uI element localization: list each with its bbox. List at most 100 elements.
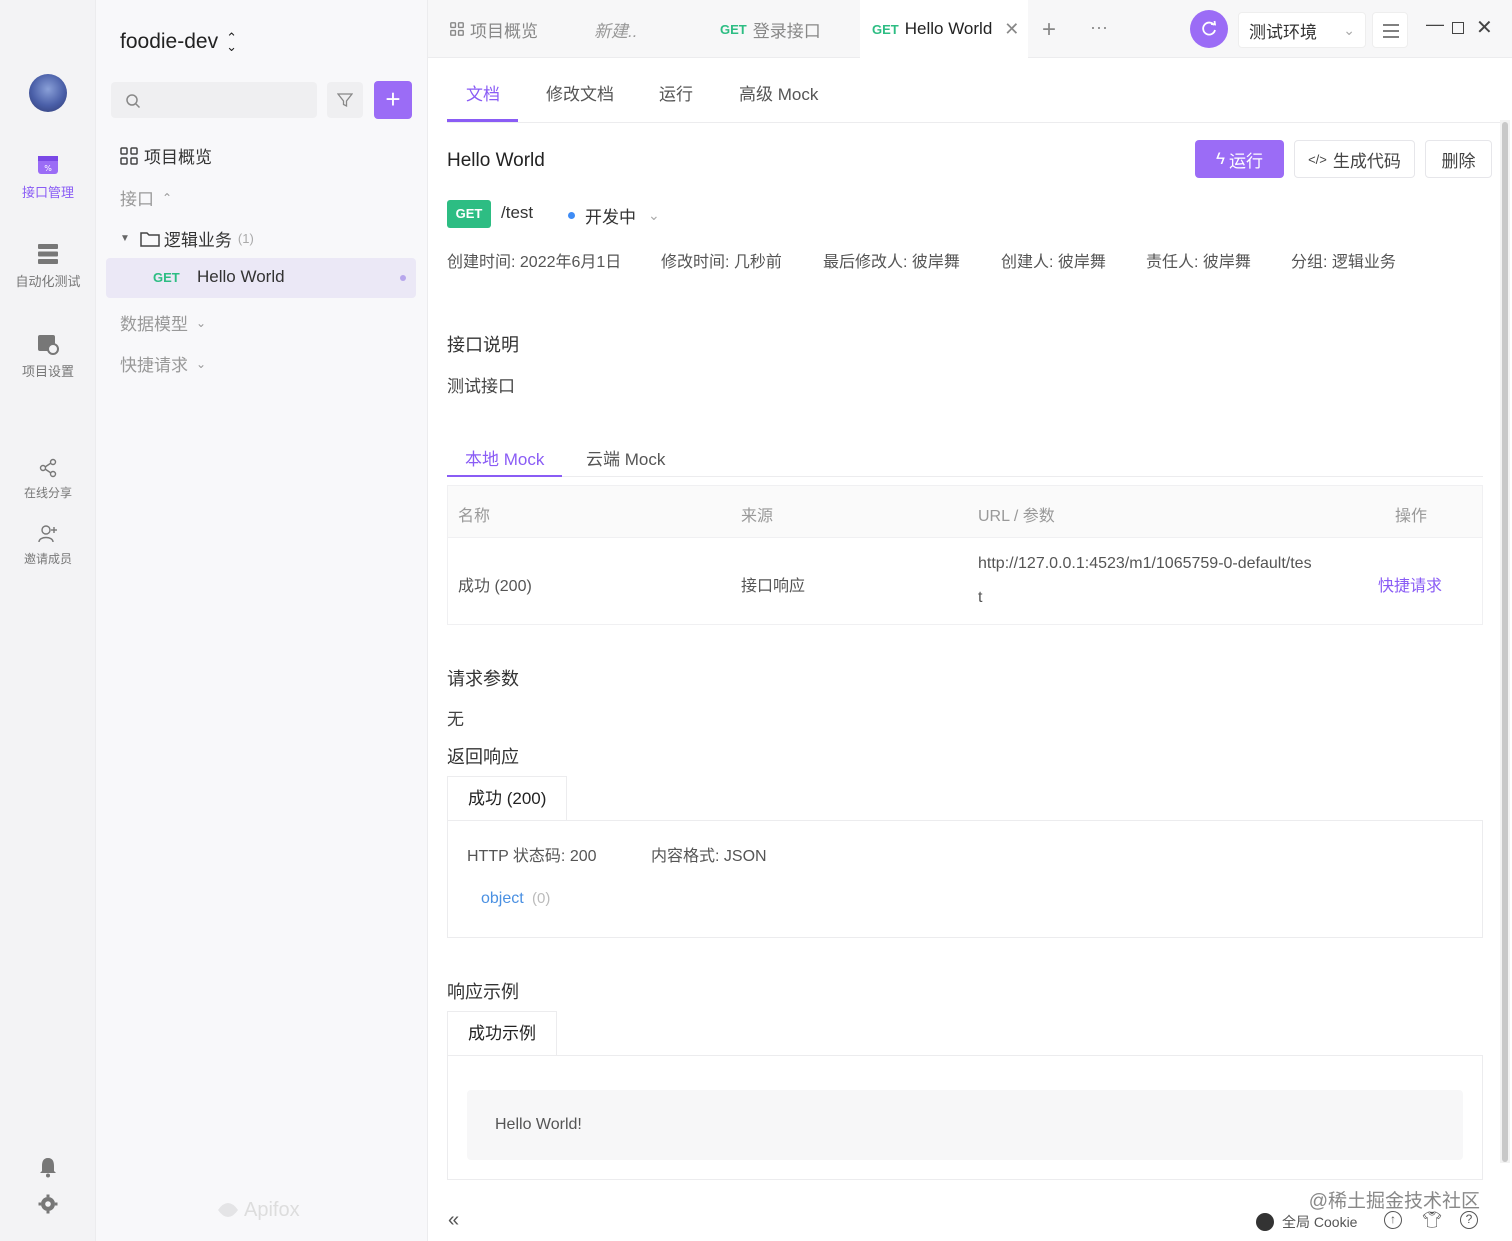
run-button[interactable]: ϟ 运行 — [1195, 140, 1284, 178]
tab-cloud-mock[interactable]: 云端 Mock — [586, 445, 665, 470]
avatar[interactable] — [29, 74, 67, 112]
chevron-down-icon: ⌄ — [196, 356, 207, 371]
collapse-sidebar-icon[interactable]: « — [448, 1209, 459, 1232]
code-icon: </> — [1308, 151, 1327, 167]
upload-icon[interactable]: ↑ — [1384, 1211, 1402, 1229]
subtab-advanced-mock[interactable]: 高级 Mock — [739, 80, 818, 105]
sidebar-group-api[interactable]: 接口 ⌃ — [120, 185, 172, 210]
active-tab-indicator — [447, 475, 562, 477]
icon-rail: % 接口管理 自动化测试 项目设置 在线分享 邀请成员 — [0, 0, 96, 1241]
new-tab-plus-icon[interactable]: + — [1042, 16, 1056, 44]
button-label: 删除 — [1441, 151, 1476, 171]
method-label: GET — [720, 21, 747, 37]
generate-code-button[interactable]: </> 生成代码 — [1294, 140, 1415, 178]
more-icon[interactable]: ··· — [1090, 17, 1108, 38]
env-select[interactable]: 测试环境 ⌄ — [1238, 12, 1366, 48]
sidebar-item-overview[interactable]: 项目概览 — [120, 143, 212, 168]
example-tab-success[interactable]: 成功示例 — [447, 1011, 557, 1057]
api-management-icon: % — [38, 156, 58, 174]
divider — [447, 122, 1500, 123]
rail-item-automation-test[interactable]: 自动化测试 — [0, 243, 96, 290]
chevron-up-icon: ⌃ — [162, 190, 173, 205]
request-params-title: 请求参数 — [447, 669, 519, 689]
apifox-logo: Apifox — [216, 1199, 300, 1222]
search-input[interactable] — [111, 82, 317, 118]
meta-last-modifier: 最后修改人: 彼岸舞 — [823, 254, 960, 271]
rail-item-api-management[interactable]: % 接口管理 — [0, 154, 96, 201]
response-tab-success[interactable]: 成功 (200) — [447, 776, 568, 822]
example-body: Hello World! — [467, 1090, 1463, 1160]
help-icon[interactable]: ? — [1460, 1211, 1478, 1229]
menu-button[interactable] — [1372, 12, 1408, 48]
settings-gear-icon[interactable] — [38, 1194, 58, 1217]
rail-label: 接口管理 — [21, 185, 74, 200]
tab-label: 登录接口 — [752, 21, 821, 41]
tab-label: 项目概览 — [470, 21, 538, 41]
sidebar-item-hello-world[interactable]: GET Hello World — [106, 258, 416, 298]
subtab-edit-doc[interactable]: 修改文档 — [546, 80, 614, 105]
rail-item-invite[interactable]: 邀请成员 — [0, 524, 96, 567]
filter-button[interactable] — [327, 82, 363, 118]
global-cookie-button[interactable]: 全局 Cookie — [1256, 1212, 1357, 1232]
lightning-icon: ϟ — [1216, 149, 1225, 168]
folder-icon — [140, 231, 160, 247]
delete-button[interactable]: 删除 — [1425, 140, 1492, 178]
sidebar-label: 逻辑业务 — [163, 231, 232, 250]
schema-type[interactable]: object — [481, 890, 524, 908]
api-doc-panel: 文档 修改文档 运行 高级 Mock Hello World ϟ 运行 </> … — [428, 58, 1500, 1241]
api-name: Hello World — [197, 267, 285, 286]
subtab-doc[interactable]: 文档 — [466, 80, 500, 105]
project-switcher[interactable]: foodie-dev ⌃ ⌄ — [120, 30, 237, 54]
mock-url[interactable]: http://127.0.0.1:4523/m1/1065759-0-defau… — [978, 555, 1312, 573]
response-title: 返回响应 — [447, 747, 519, 767]
window-close-icon[interactable]: ✕ — [1476, 15, 1493, 40]
tab-label: 新建.. — [594, 21, 638, 41]
button-label: 运行 — [1229, 151, 1263, 171]
sidebar-item-data-models[interactable]: 数据模型 ⌄ — [120, 310, 206, 335]
tab-new[interactable]: 新建.. — [594, 0, 637, 58]
meta-creator: 创建人: 彼岸舞 — [1001, 254, 1106, 271]
invite-member-icon — [38, 525, 57, 543]
sidebar-folder[interactable]: ▼ 逻辑业务 (1) — [120, 226, 254, 251]
api-title: Hello World — [447, 150, 545, 171]
rail-item-project-settings[interactable]: 项目设置 — [0, 333, 96, 380]
table-row: 成功 (200) 接口响应 http://127.0.0.1:4523/m1/1… — [448, 538, 1482, 624]
status-dot — [568, 212, 575, 219]
chevron-down-icon: ⌄ — [648, 207, 660, 223]
shirt-icon[interactable]: 👕︎ — [1422, 1210, 1442, 1230]
mock-source: 接口响应 — [741, 578, 806, 595]
tab-local-mock[interactable]: 本地 Mock — [465, 445, 544, 470]
folder-count: (1) — [237, 231, 254, 246]
tab-overview[interactable]: 项目概览 — [450, 0, 538, 58]
sidebar-label: 快捷请求 — [120, 356, 188, 375]
minimize-icon[interactable]: — — [1426, 14, 1444, 35]
project-name: foodie-dev — [120, 30, 219, 53]
refresh-icon — [1202, 20, 1217, 36]
column-header: URL / 参数 — [978, 508, 1055, 525]
sidebar-label: 项目概览 — [144, 148, 212, 167]
grid-icon — [450, 22, 464, 36]
divider — [447, 476, 1483, 477]
search-icon — [126, 94, 141, 109]
apifox-logo-icon — [218, 1202, 238, 1217]
rail-label: 邀请成员 — [23, 552, 72, 566]
add-button[interactable]: + — [374, 81, 412, 119]
method-label: GET — [153, 270, 180, 285]
notification-bell-icon[interactable] — [38, 1156, 58, 1181]
brand-name: Apifox — [244, 1199, 300, 1221]
scrollbar-thumb[interactable] — [1502, 122, 1508, 1162]
maximize-icon[interactable] — [1452, 22, 1464, 34]
subtab-run[interactable]: 运行 — [659, 80, 693, 105]
quick-request-link[interactable]: 快捷请求 — [1378, 572, 1442, 596]
project-settings-icon — [38, 335, 59, 355]
rail-item-share[interactable]: 在线分享 — [0, 458, 96, 501]
tab-login-api[interactable]: GET 登录接口 — [720, 0, 821, 58]
mock-url-wrap[interactable]: t — [978, 589, 982, 607]
sidebar-label: 接口 — [120, 190, 154, 209]
status-select[interactable]: 开发中 ⌄ — [568, 203, 660, 228]
hamburger-icon — [1383, 24, 1399, 38]
tab-hello-world[interactable]: GET Hello World ✕ — [860, 0, 1028, 58]
env-sync-icon[interactable] — [1190, 10, 1228, 48]
sidebar-item-quick-requests[interactable]: 快捷请求 ⌄ — [120, 351, 206, 376]
close-icon[interactable]: ✕ — [1004, 19, 1019, 40]
